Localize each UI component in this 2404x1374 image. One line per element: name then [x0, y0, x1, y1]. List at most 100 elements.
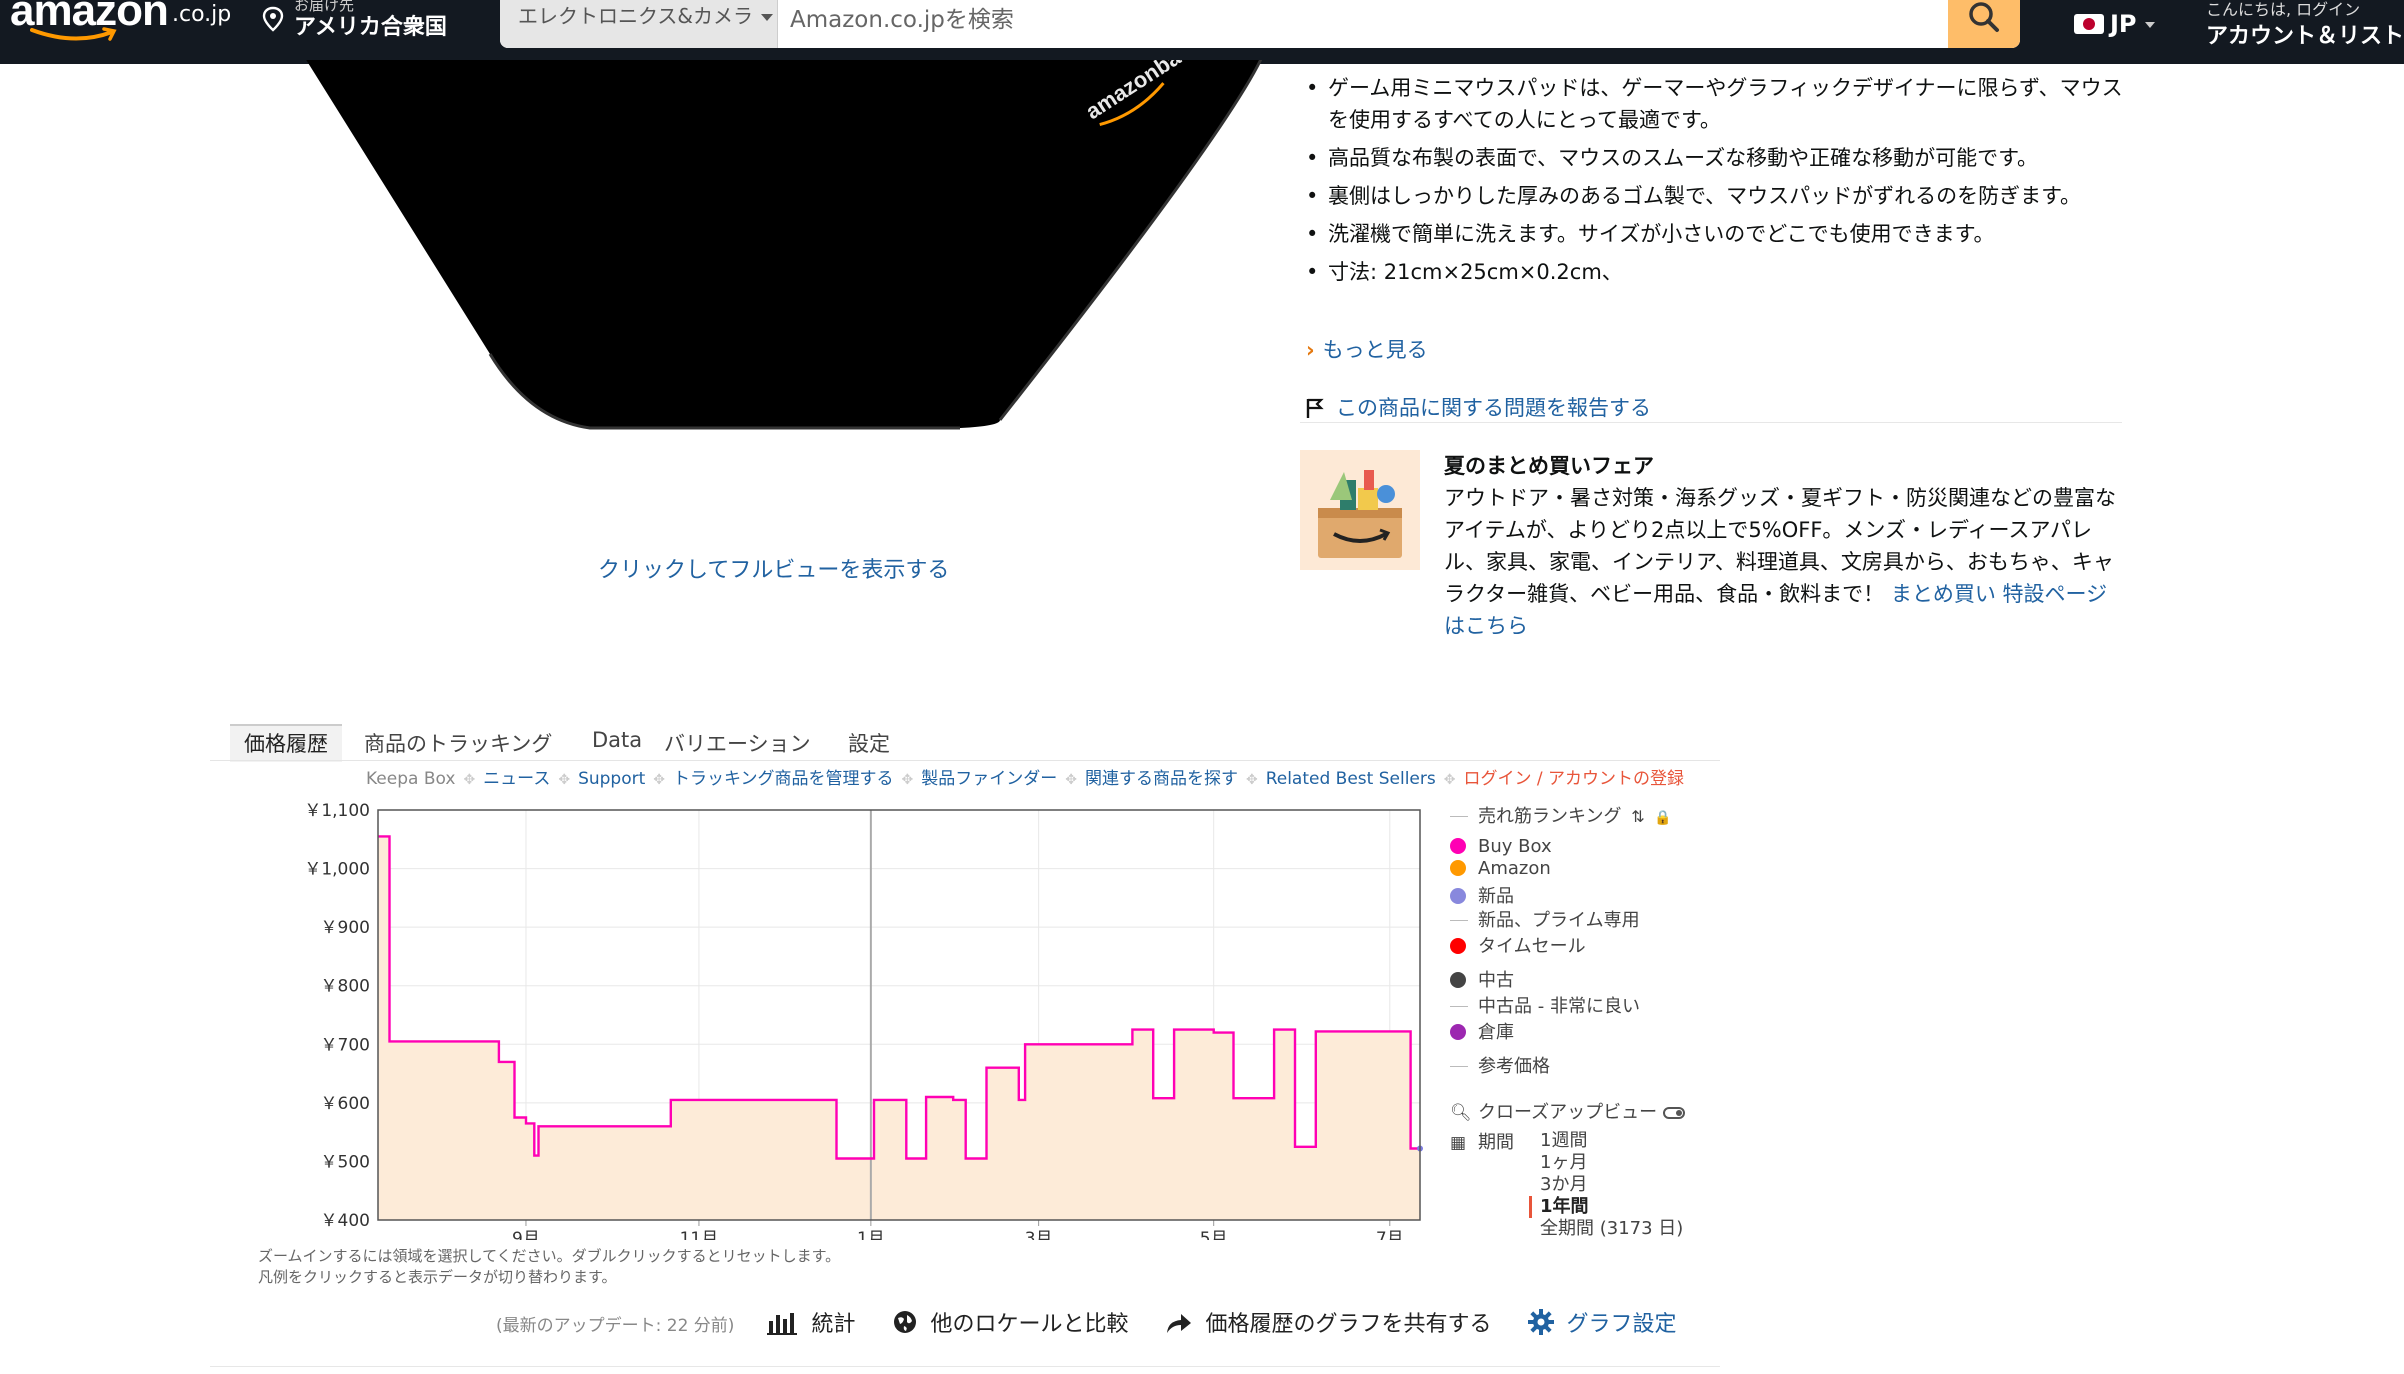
y-tick-label: ￥800	[321, 977, 370, 997]
x-tick-label: 11月	[680, 1229, 719, 1240]
legend-label: 中古	[1478, 970, 1514, 991]
location-pin-icon	[262, 6, 284, 32]
stats-label: 統計	[811, 1312, 856, 1337]
legend-used[interactable]: 中古	[1450, 966, 1514, 992]
closeup-view-toggle[interactable]: 🔍︎ クローズアップビュー	[1450, 1098, 1686, 1124]
range-all[interactable]: 全期間 (3173 日)	[1540, 1218, 1683, 1240]
separator-icon: ✥	[653, 772, 665, 788]
keepa-box-label: Keepa Box	[366, 769, 456, 789]
full-view-link[interactable]: クリックしてフルビューを表示する	[598, 552, 949, 584]
see-more-link[interactable]: › もっと見る	[1306, 334, 1428, 364]
account-lists[interactable]: こんにちは, ログイン アカウント＆リスト	[2206, 0, 2404, 50]
separator-icon: ✥	[558, 772, 571, 788]
y-tick-label: ￥700	[321, 1035, 370, 1055]
legend-amazon[interactable]: Amazon	[1450, 858, 1551, 879]
account-greeting: こんにちは, ログイン	[2206, 0, 2361, 19]
legend-new[interactable]: 新品	[1450, 882, 1514, 908]
legend-label: 新品、プライム専用	[1478, 910, 1640, 931]
legend-buy-box[interactable]: Buy Box	[1450, 836, 1552, 857]
last-update: (最新のアップデート: 22 分前)	[496, 1316, 735, 1336]
y-tick-label: ￥600	[321, 1094, 370, 1114]
divider	[210, 760, 1720, 761]
tab-price-history[interactable]: 価格履歴	[230, 724, 342, 762]
x-tick-label: 1月	[857, 1229, 885, 1240]
legend-new-prime[interactable]: 新品、プライム専用	[1450, 906, 1640, 932]
flag-icon	[1306, 398, 1324, 418]
range-3-months[interactable]: 3か月	[1540, 1174, 1683, 1196]
link-product-finder[interactable]: 製品ファインダー	[921, 769, 1057, 789]
chart-settings-label: グラフ設定	[1566, 1312, 1677, 1337]
legend-label: 中古品 - 非常に良い	[1478, 996, 1640, 1017]
range-1-year[interactable]: 1年間	[1529, 1196, 1683, 1218]
legend-dot	[1450, 938, 1466, 954]
language-label: JP	[2110, 10, 2137, 38]
search-button[interactable]	[1948, 0, 2020, 48]
price-history-chart[interactable]: ￥400 ￥500 ￥600 ￥700 ￥800 ￥900 ￥1,000 ￥1,100 9月 11…	[280, 790, 1430, 1240]
link-related-best-sellers[interactable]: Related Best Sellers	[1266, 769, 1436, 789]
period-text: 期間	[1478, 1132, 1514, 1153]
chart-actions: (最新のアップデート: 22 分前) 統計 他のロケールと比較 価格履歴のグラフ…	[496, 1306, 1707, 1338]
closeup-label: クローズアップビュー	[1478, 1102, 1658, 1123]
share-chart-button[interactable]: 価格履歴のグラフを共有する	[1165, 1312, 1491, 1337]
tab-settings[interactable]: 設定	[848, 728, 890, 758]
legend-label: 新品	[1478, 886, 1514, 907]
link-support[interactable]: Support	[578, 769, 645, 789]
range-1-week[interactable]: 1週間	[1540, 1130, 1683, 1152]
chart-settings-button[interactable]: グラフ設定	[1528, 1309, 1677, 1337]
toggle-icon	[1663, 1107, 1686, 1119]
legend-sales-rank[interactable]: 売れ筋ランキング ⇅ 🔒	[1450, 802, 1672, 828]
language-selector[interactable]: JP	[2074, 10, 2155, 38]
legend-used-like-new[interactable]: 中古品 - 非常に良い	[1450, 992, 1640, 1018]
compare-locales-button[interactable]: 他のロケールと比較	[892, 1311, 1128, 1337]
logo-suffix[interactable]: .co.jp	[172, 2, 231, 27]
legend-label: 参考価格	[1478, 1056, 1550, 1077]
tab-data[interactable]: Data	[592, 728, 642, 752]
y-tick-label: ￥1,100	[304, 801, 370, 821]
feature-bullet: 洗濯機で簡単に洗えます。サイズが小さいのでどこでも使用できます。	[1306, 218, 2126, 250]
range-1-month[interactable]: 1ヶ月	[1540, 1152, 1683, 1174]
dash-icon	[1450, 816, 1468, 817]
separator-icon: ✥	[1065, 772, 1077, 788]
link-related-products[interactable]: 関連する商品を探す	[1085, 769, 1238, 789]
feature-bullets: ゲーム用ミニマウスパッドは、ゲーマーやグラフィックデザイナーに限らず、マウスを使…	[1306, 72, 2126, 294]
legend-dot	[1450, 838, 1466, 854]
dash-icon	[1450, 920, 1468, 921]
legend-dot	[1450, 888, 1466, 904]
dash-icon	[1450, 1066, 1468, 1067]
caret-down-icon	[761, 14, 773, 21]
search-category-dropdown[interactable]: エレクトロニクス&カメラ	[500, 0, 778, 48]
legend-label: Amazon	[1478, 858, 1551, 879]
dash-icon	[1450, 1006, 1468, 1007]
x-tick-label: 7月	[1376, 1229, 1404, 1240]
divider	[1300, 422, 2122, 423]
feature-bullet: 寸法: 21cm×25cm×0.2cm、	[1306, 256, 2126, 288]
legend-lightning-deal[interactable]: タイムセール	[1450, 932, 1586, 958]
product-image[interactable]: amazonbasics	[300, 60, 1280, 430]
legend-list-price[interactable]: 参考価格	[1450, 1052, 1550, 1078]
link-manage-tracking[interactable]: トラッキング商品を管理する	[673, 769, 894, 789]
feature-bullet: ゲーム用ミニマウスパッドは、ゲーマーやグラフィックデザイナーに限らず、マウスを使…	[1306, 72, 2126, 136]
y-tick-label: ￥400	[321, 1211, 370, 1231]
x-tick-label: 5月	[1200, 1229, 1228, 1240]
account-lists-label: アカウント＆リスト	[2206, 24, 2404, 49]
legend-label: 売れ筋ランキング	[1478, 806, 1622, 827]
tab-product-tracking[interactable]: 商品のトラッキング	[364, 728, 552, 758]
search-bar: エレクトロニクス&カメラ	[500, 0, 2020, 48]
feature-bullet: 裏側はしっかりした厚みのあるゴム製で、マウスパッドがずれるのを防ぎます。	[1306, 180, 2126, 212]
see-more-label: もっと見る	[1322, 338, 1428, 362]
legend-warehouse[interactable]: 倉庫	[1450, 1018, 1514, 1044]
x-tick-label: 3月	[1025, 1229, 1053, 1240]
chart-hint-line2: 凡例をクリックすると表示データが切り替わります。	[258, 1268, 617, 1286]
separator-icon: ✥	[901, 772, 914, 788]
report-issue-link[interactable]: この商品に関する問題を報告する	[1304, 392, 1651, 422]
japan-flag-icon	[2074, 14, 2104, 34]
link-news[interactable]: ニュース	[483, 769, 550, 789]
globe-icon	[894, 1311, 917, 1333]
link-login-register[interactable]: ログイン / アカウントの登録	[1463, 769, 1684, 789]
tab-variations[interactable]: バリエーション	[664, 728, 811, 758]
amazon-smile-icon	[30, 27, 117, 41]
sort-icon: ⇅	[1631, 807, 1645, 826]
search-input[interactable]	[790, 0, 1930, 40]
promo-image[interactable]	[1300, 450, 1420, 570]
stats-button[interactable]: 統計	[767, 1312, 855, 1337]
